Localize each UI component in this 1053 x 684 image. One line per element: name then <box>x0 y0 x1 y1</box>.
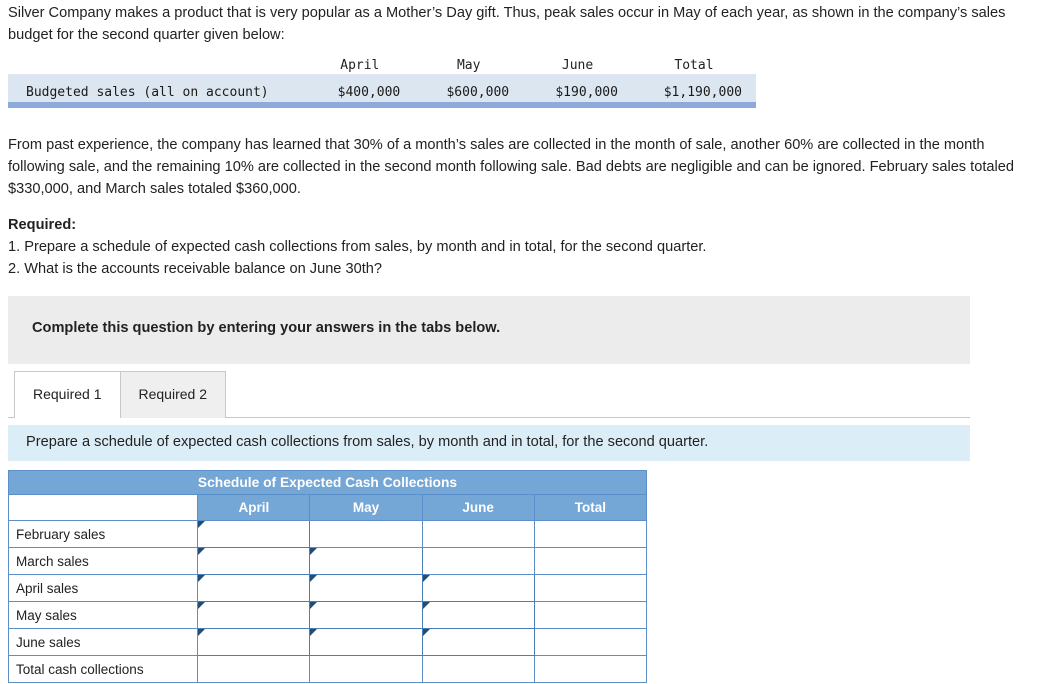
required-item-2: 2. What is the accounts receivable balan… <box>8 261 383 277</box>
cell-may-total[interactable] <box>533 601 648 629</box>
cell-march-april[interactable] <box>197 547 311 575</box>
row-label-may-sales: May sales <box>7 601 199 629</box>
budget-header-total: Total <box>674 58 714 73</box>
schedule-header-blank <box>7 494 199 521</box>
cell-corner-marker-icon <box>310 575 318 582</box>
table-row: Total cash collections <box>7 655 648 683</box>
cell-april-april[interactable] <box>197 574 311 602</box>
cell-june-june[interactable] <box>421 628 535 656</box>
budget-value-total: $1,190,000 <box>631 74 756 102</box>
table-row: June sales <box>7 628 648 656</box>
tab-instruction-text: Prepare a schedule of expected cash coll… <box>26 434 709 450</box>
table-row: March sales <box>7 547 648 575</box>
tab-strip: Required 1 Required 2 <box>14 371 226 418</box>
cell-corner-marker-icon <box>422 602 430 609</box>
cell-april-may[interactable] <box>309 574 423 602</box>
schedule-table: Schedule of Expected Cash Collections Ap… <box>7 470 648 683</box>
tab-required-1[interactable]: Required 1 <box>14 371 121 418</box>
cell-total-june[interactable] <box>421 655 535 683</box>
budget-value-june: $190,000 <box>523 74 632 102</box>
cell-april-june[interactable] <box>421 574 535 602</box>
schedule-title: Schedule of Expected Cash Collections <box>8 470 647 495</box>
cell-march-june[interactable] <box>421 547 535 575</box>
schedule-header-april: April <box>197 494 311 521</box>
cell-corner-marker-icon <box>198 548 206 555</box>
budget-data-row: Budgeted sales (all on account) $400,000… <box>8 74 756 102</box>
cell-total-april[interactable] <box>197 655 311 683</box>
cell-may-may[interactable] <box>309 601 423 629</box>
cell-june-total[interactable] <box>533 628 648 656</box>
schedule-header-may: May <box>309 494 423 521</box>
budget-value-may: $600,000 <box>414 74 524 102</box>
cell-june-april[interactable] <box>197 628 311 656</box>
cell-march-may[interactable] <box>309 547 423 575</box>
complete-question-banner: Complete this question by entering your … <box>8 296 970 364</box>
table-row: April sales <box>7 574 648 602</box>
cell-corner-marker-icon <box>198 575 206 582</box>
cell-corner-marker-icon <box>198 521 206 528</box>
row-label-february-sales: February sales <box>7 520 199 548</box>
row-label-march-sales: March sales <box>7 547 199 575</box>
intro-paragraph: Silver Company makes a product that is v… <box>8 5 1006 43</box>
required-title: Required: <box>8 217 77 233</box>
collections-policy-paragraph: From past experience, the company has le… <box>8 137 1014 197</box>
cell-february-total[interactable] <box>533 520 648 548</box>
tab-required-2[interactable]: Required 2 <box>119 371 226 418</box>
cell-february-may[interactable] <box>309 520 423 548</box>
row-label-june-sales: June sales <box>7 628 199 656</box>
cell-corner-marker-icon <box>422 629 430 636</box>
cell-march-total[interactable] <box>533 547 648 575</box>
schedule-header-row: April May June Total <box>7 494 648 521</box>
cell-corner-marker-icon <box>422 575 430 582</box>
tab-instruction-bar: Prepare a schedule of expected cash coll… <box>8 425 970 461</box>
table-row: May sales <box>7 601 648 629</box>
required-item-1: 1. Prepare a schedule of expected cash c… <box>8 239 707 255</box>
schedule-header-total: Total <box>533 494 648 521</box>
schedule-header-june: June <box>421 494 535 521</box>
cell-june-may[interactable] <box>309 628 423 656</box>
cell-february-april[interactable] <box>197 520 311 548</box>
budgeted-sales-table: April May June Total Budgeted sales (all… <box>8 56 756 108</box>
cell-corner-marker-icon <box>198 629 206 636</box>
cell-corner-marker-icon <box>310 602 318 609</box>
budget-header-april: April <box>340 58 380 73</box>
budget-bottom-rule <box>8 102 756 108</box>
question-page: Silver Company makes a product that is v… <box>0 0 1053 684</box>
cell-corner-marker-icon <box>310 629 318 636</box>
cell-corner-marker-icon <box>310 548 318 555</box>
budget-value-april: $400,000 <box>305 74 415 102</box>
budget-header-june: June <box>561 58 594 73</box>
budget-header-blank <box>8 56 305 74</box>
cell-april-total[interactable] <box>533 574 648 602</box>
required-block: Required: 1. Prepare a schedule of expec… <box>8 214 1028 280</box>
schedule-title-row: Schedule of Expected Cash Collections <box>8 470 647 495</box>
budget-header-may: May <box>456 58 481 73</box>
complete-question-text: Complete this question by entering your … <box>32 320 501 336</box>
row-label-total-cash-collections: Total cash collections <box>7 655 199 683</box>
budget-header-row: April May June Total <box>8 56 756 74</box>
cell-total-total[interactable] <box>533 655 648 683</box>
cell-february-june[interactable] <box>421 520 535 548</box>
budget-row-label: Budgeted sales (all on account) <box>8 74 306 102</box>
row-label-april-sales: April sales <box>7 574 199 602</box>
cell-total-may[interactable] <box>309 655 423 683</box>
active-tab-cover <box>15 417 119 418</box>
table-row: February sales <box>7 520 648 548</box>
cell-corner-marker-icon <box>198 602 206 609</box>
cell-may-june[interactable] <box>421 601 535 629</box>
cell-may-april[interactable] <box>197 601 311 629</box>
